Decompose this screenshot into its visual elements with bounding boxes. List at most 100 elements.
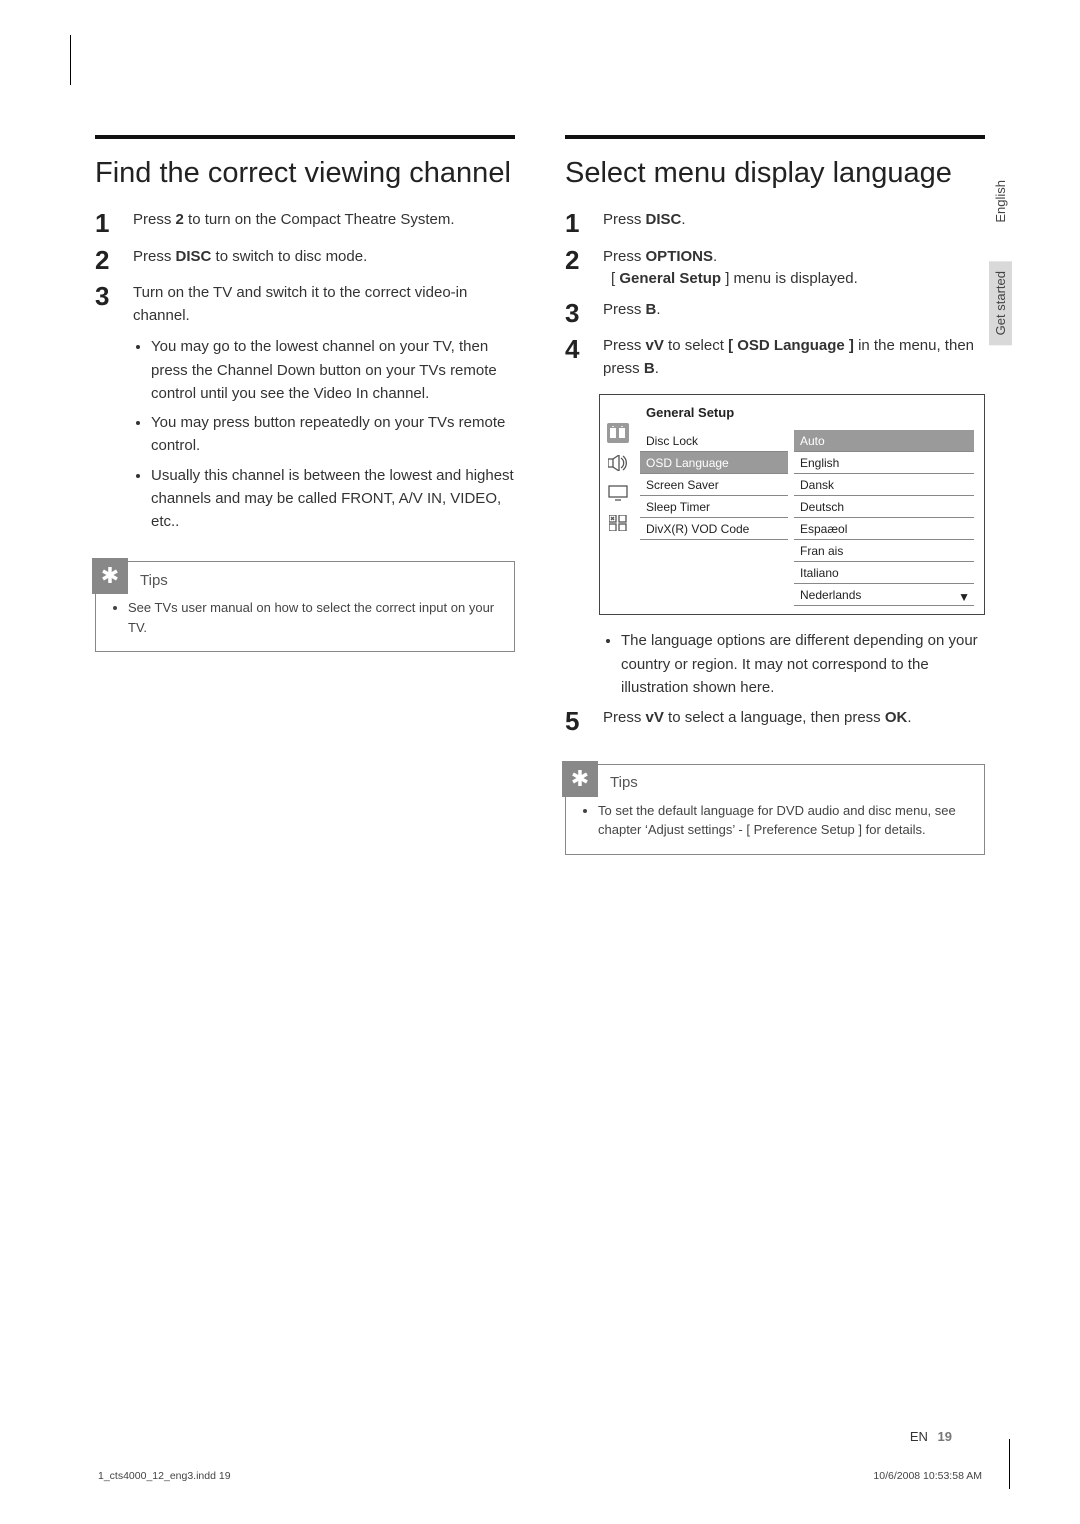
step-number: 2: [565, 246, 587, 275]
right-column: Select menu display language 1 Press DIS…: [565, 135, 985, 855]
tips-box: ✱ Tips See TVs user manual on how to sel…: [95, 561, 515, 652]
crop-mark-top-left: [70, 35, 94, 85]
key: [ Preference Setup ]: [746, 822, 862, 837]
tips-item: To set the default language for DVD audi…: [598, 801, 970, 840]
indesign-file: 1_cts4000_12_eng3.indd 19: [98, 1470, 231, 1482]
text: .: [655, 360, 659, 377]
step-text: Press DISC.: [603, 209, 985, 232]
key: General Setup: [619, 270, 721, 287]
text: Press: [133, 211, 176, 228]
text: to select a language, then press: [664, 709, 885, 726]
key: B: [646, 301, 657, 318]
text: .: [907, 709, 911, 726]
page-footer: EN 19: [910, 1429, 952, 1444]
key: DISC: [176, 248, 212, 265]
osd-item: Disc Lock: [640, 430, 788, 452]
bullet: You may go to the lowest channel on your…: [151, 335, 515, 405]
key: vV: [646, 337, 664, 354]
text: ] menu is displayed.: [721, 270, 858, 287]
step-number: 3: [565, 299, 587, 328]
text: Press: [603, 709, 646, 726]
osd-item: DivX(R) VOD Code: [640, 518, 788, 540]
tips-body: See TVs user manual on how to select the…: [96, 598, 514, 651]
osd-item-selected: OSD Language: [640, 452, 788, 474]
right-post-bullets: The language options are different depen…: [621, 629, 985, 699]
osd-option: Italiano: [794, 562, 974, 584]
osd-option: Espaæol: [794, 518, 974, 540]
tips-item: See TVs user manual on how to select the…: [128, 598, 500, 637]
section-rule: [565, 135, 985, 139]
step-3: 3 Press B.: [565, 299, 985, 328]
chevron-down-icon: ▼: [958, 590, 970, 604]
tips-title: Tips: [602, 765, 638, 801]
step-2: 2 Press DISC to switch to disc mode.: [95, 246, 515, 275]
side-tab-section: Get started: [989, 261, 1012, 345]
step-4: 4 Press vV to select [ OSD Language ] in…: [565, 335, 985, 380]
asterisk-icon: ✱: [562, 761, 598, 797]
right-steps: 1 Press DISC. 2 Press OPTIONS. [ General…: [565, 209, 985, 380]
footer-page-number: 19: [938, 1429, 952, 1444]
manual-page: English Get started Find the correct vie…: [0, 0, 1080, 1524]
osd-option: Dansk: [794, 474, 974, 496]
step-text: Turn on the TV and switch it to the corr…: [133, 282, 515, 327]
step-number: 3: [95, 282, 117, 311]
osd-grid: Disc Lock OSD Language Screen Saver Slee…: [640, 430, 974, 606]
left-column: Find the correct viewing channel 1 Press…: [95, 135, 515, 855]
step-3: 3 Turn on the TV and switch it to the co…: [95, 282, 515, 327]
tips-title: Tips: [132, 562, 168, 598]
key: vV: [646, 709, 664, 726]
step-number: 4: [565, 335, 587, 364]
osd-screenshot: General Setup Disc Lock OSD Language Scr…: [599, 394, 985, 615]
step-1: 1 Press DISC.: [565, 209, 985, 238]
text: .: [713, 248, 717, 265]
tips-header: ✱ Tips: [566, 765, 984, 801]
bullet: You may press button repeatedly on your …: [151, 411, 515, 458]
left-heading: Find the correct viewing channel: [95, 155, 515, 191]
indesign-timestamp: 10/6/2008 10:53:58 AM: [873, 1470, 982, 1482]
step-number: 2: [95, 246, 117, 275]
right-heading: Select menu display language: [565, 155, 985, 191]
footer-lang: EN: [910, 1429, 928, 1444]
step-number: 1: [565, 209, 587, 238]
text: to select: [664, 337, 728, 354]
osd-sidebar-icons: [600, 395, 636, 614]
preference-setup-icon: [607, 513, 629, 533]
step-number: 1: [95, 209, 117, 238]
key: B: [644, 360, 655, 377]
osd-title: General Setup: [640, 405, 974, 430]
text: Press: [603, 337, 646, 354]
osd-option: Deutsch: [794, 496, 974, 518]
key: [ OSD Language ]: [728, 337, 854, 354]
tips-body: To set the default language for DVD audi…: [566, 801, 984, 854]
text: Press: [133, 248, 176, 265]
content-columns: Find the correct viewing channel 1 Press…: [95, 135, 985, 855]
text: .: [656, 301, 660, 318]
left-steps: 1 Press 2 to turn on the Compact Theatre…: [95, 209, 515, 327]
osd-options: Auto English Dansk Deutsch Espaæol Fran …: [794, 430, 974, 606]
osd-item: Screen Saver: [640, 474, 788, 496]
key: 2: [176, 211, 184, 228]
video-setup-icon: [607, 483, 629, 503]
osd-option: Fran ais: [794, 540, 974, 562]
section-rule: [95, 135, 515, 139]
tips-header: ✱ Tips: [96, 562, 514, 598]
step-text: Press 2 to turn on the Compact Theatre S…: [133, 209, 515, 232]
step-number: 5: [565, 707, 587, 736]
step-text: Press vV to select a language, then pres…: [603, 707, 985, 730]
osd-item: Sleep Timer: [640, 496, 788, 518]
bullet: Usually this channel is between the lowe…: [151, 464, 515, 534]
key: OK: [885, 709, 908, 726]
text: Press: [603, 211, 646, 228]
osd-option: Nederlands: [794, 584, 974, 606]
text: to switch to disc mode.: [211, 248, 367, 265]
print-metadata: 1_cts4000_12_eng3.indd 19 10/6/2008 10:5…: [0, 1470, 1080, 1482]
general-setup-icon: [607, 423, 629, 443]
step-text: Press B.: [603, 299, 985, 322]
step-subtext: [ General Setup ] menu is displayed.: [611, 268, 985, 291]
text: Press: [603, 301, 646, 318]
step-text: Press OPTIONS. [ General Setup ] menu is…: [603, 246, 985, 291]
audio-setup-icon: [607, 453, 629, 473]
step-text: Press vV to select [ OSD Language ] in t…: [603, 335, 985, 380]
step-1: 1 Press 2 to turn on the Compact Theatre…: [95, 209, 515, 238]
text: Press: [603, 248, 646, 265]
